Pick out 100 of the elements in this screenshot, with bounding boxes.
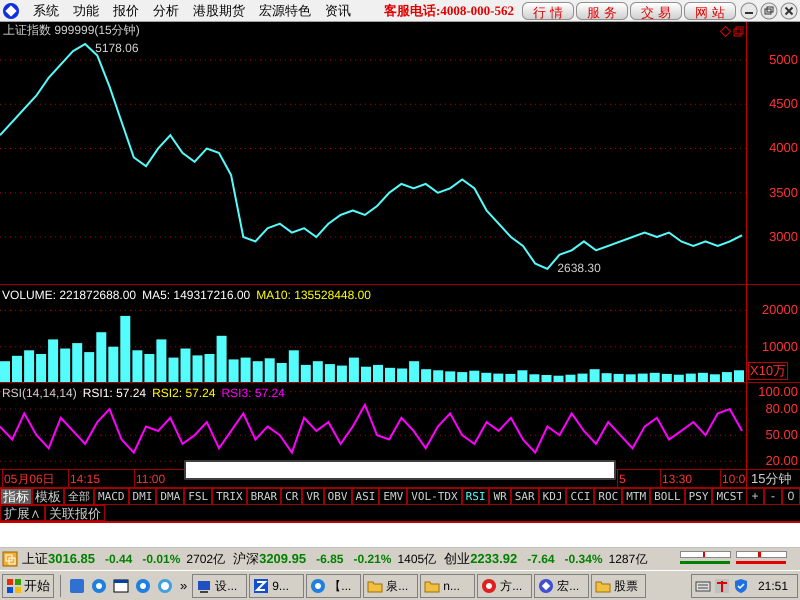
windows-flag-icon[interactable] <box>6 578 22 594</box>
legend-text: VOLUME: 221872688.00 <box>2 287 136 304</box>
axis-label: 3500 <box>769 186 798 200</box>
restore-icon[interactable] <box>760 2 778 20</box>
menu-item[interactable]: 分析 <box>146 0 186 20</box>
window-icon[interactable] <box>112 576 130 594</box>
volume-bar <box>108 346 118 382</box>
logo-icon[interactable] <box>538 578 554 594</box>
indicator-tab[interactable]: KDJ <box>538 488 566 505</box>
nav-button[interactable]: 行 情 <box>522 2 574 20</box>
volume-bar <box>529 374 540 382</box>
volume-bar <box>24 350 34 382</box>
indicator-tab[interactable]: ASI <box>352 488 380 505</box>
volume-bar <box>578 374 588 382</box>
time-label: 14:15 <box>68 470 100 488</box>
taskbar-button[interactable]: 宏... <box>534 574 590 598</box>
menu-item[interactable]: 报价 <box>106 0 146 20</box>
indicator-tab[interactable]: TRIX <box>212 488 247 505</box>
menu-item[interactable]: 资讯 <box>318 0 358 20</box>
volume-bar <box>180 348 190 382</box>
menu-item[interactable]: 港股期货 <box>186 0 252 20</box>
app-icon[interactable] <box>253 578 270 594</box>
legend-text: RSI(14,14,14) <box>2 385 77 402</box>
browser-icon[interactable] <box>134 576 152 594</box>
indicator-tab[interactable]: BOLL <box>650 488 685 505</box>
period-label: 15分钟 <box>746 470 800 487</box>
volume-bar <box>96 332 106 382</box>
indicator-tab[interactable]: FSL <box>184 488 212 505</box>
extra-tab[interactable]: 关联报价 <box>45 505 105 521</box>
keyboard-icon[interactable] <box>694 578 711 592</box>
volume-bar <box>240 358 251 382</box>
shield-icon[interactable] <box>732 578 749 594</box>
indicator-tab[interactable]: SAR <box>510 488 539 505</box>
indicator-tab[interactable]: PSY <box>684 488 712 505</box>
volume-bar <box>734 370 744 382</box>
menu-item[interactable]: 功能 <box>66 0 106 20</box>
browser-icon[interactable] <box>310 578 326 594</box>
price-annotation: 2638.30 <box>557 260 601 275</box>
volume-bar <box>144 354 154 382</box>
legend-text: RSI3: 57.24 <box>221 385 285 402</box>
indicator-tab[interactable]: 全部 <box>64 488 94 505</box>
minimize-icon[interactable] <box>740 2 758 20</box>
start-button[interactable]: 开始 <box>2 574 54 598</box>
index-change: -7.64 <box>527 551 555 568</box>
volume-bar <box>409 361 420 382</box>
legend-text: RSI2: 57.24 <box>152 385 216 402</box>
close-icon[interactable] <box>780 2 798 20</box>
browser-icon[interactable] <box>90 576 108 594</box>
indicator-tab[interactable]: CCI <box>566 488 594 505</box>
indicator-tab[interactable]: MTM <box>622 488 650 505</box>
index-price: 3016.85 <box>48 550 95 568</box>
clock-text: 21:51 <box>756 578 789 594</box>
taskbar-button[interactable]: 【... <box>306 574 362 598</box>
taskbar-button[interactable]: 9... <box>249 574 304 598</box>
extra-tab[interactable]: 扩展∧ <box>0 505 45 521</box>
volume-bar <box>638 374 648 382</box>
zoom-button[interactable]: 0 <box>782 488 800 505</box>
unit-label: X10万 <box>748 362 788 380</box>
indicator-tab[interactable]: ROC <box>594 488 622 505</box>
menu-item[interactable]: 宏源特色 <box>252 0 318 20</box>
nav-button[interactable]: 交 易 <box>630 2 682 20</box>
index-name: 上证 <box>22 550 48 568</box>
mode-tab[interactable]: 模板 <box>32 488 64 505</box>
volume-bar <box>48 339 58 382</box>
zoom-button[interactable]: + <box>746 488 764 505</box>
window-toggle-icon[interactable] <box>720 26 744 38</box>
taskbar-button[interactable]: 股票 <box>591 574 646 598</box>
circle-icon[interactable] <box>156 576 174 594</box>
logo-icon[interactable] <box>2 2 20 20</box>
taskbar-button[interactable]: 方... <box>477 574 532 598</box>
app-icon[interactable] <box>68 576 86 594</box>
zoom-button[interactable]: - <box>764 488 782 505</box>
indicator-tab[interactable]: MACD <box>94 488 128 505</box>
axis-label: 80.00 <box>765 402 798 416</box>
indicator-tab[interactable]: OBV <box>324 488 352 505</box>
indicator-tab[interactable]: VOL-TDX <box>407 488 462 505</box>
indicator-tab[interactable]: VR <box>302 488 324 505</box>
taskbar-button[interactable]: 设... <box>192 574 248 598</box>
mode-tab[interactable]: 指标 <box>0 488 32 505</box>
hotline-text: 客服电话:4008-000-562 <box>384 2 514 20</box>
indicator-tab[interactable]: BRAR <box>246 488 282 505</box>
legend-text: MA5: 149317216.00 <box>142 287 250 304</box>
volume-bar <box>566 374 576 382</box>
windows-icon[interactable] <box>2 551 18 567</box>
more-button[interactable]: » <box>177 576 190 596</box>
nav-button[interactable]: 服 务 <box>576 2 628 20</box>
menu-item[interactable]: 系统 <box>26 0 66 20</box>
volume-bar <box>421 369 432 382</box>
volume-bar <box>361 366 371 382</box>
taskbar-button[interactable]: n... <box>420 574 476 598</box>
axis-label: 5000 <box>769 52 798 67</box>
axis-label: 20000 <box>762 303 798 318</box>
nav-button[interactable]: 网 站 <box>684 2 736 20</box>
indicator-tab[interactable]: EMV <box>379 488 408 505</box>
indicator-tab[interactable]: WR <box>489 488 511 505</box>
indicator-tab[interactable]: CR <box>281 488 302 505</box>
indicator-tab[interactable]: RSI <box>462 488 490 505</box>
indicator-tab[interactable]: DMA <box>156 488 184 505</box>
indicator-tab[interactable]: DMI <box>128 488 156 505</box>
taskbar-button[interactable]: 泉... <box>363 574 418 598</box>
